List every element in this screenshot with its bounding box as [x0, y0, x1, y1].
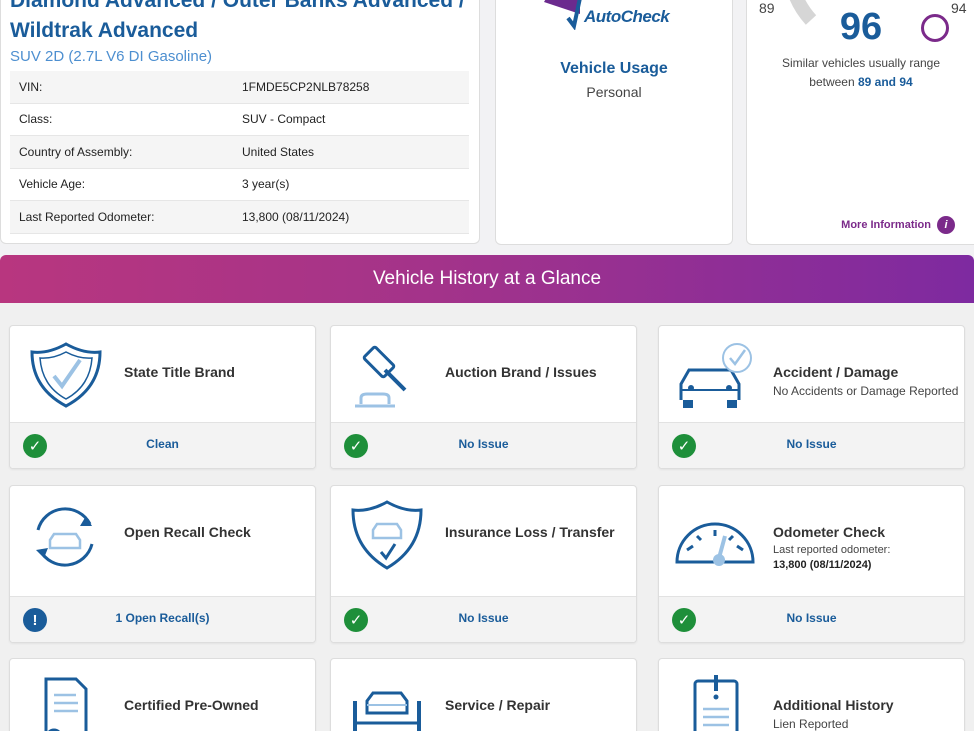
spec-value: United States: [242, 144, 315, 159]
tile-certified-pre-owned[interactable]: Certified Pre-Owned: [9, 658, 316, 731]
clipboard-alert-icon: [693, 675, 739, 731]
vehicle-usage-title: Vehicle Usage: [560, 60, 668, 77]
tile-title: Certified Pre-Owned: [124, 697, 259, 713]
tile-accident-damage[interactable]: Accident / Damage No Accidents or Damage…: [658, 325, 965, 469]
spec-key: Last Reported Odometer:: [19, 209, 155, 224]
autocheck-logo-text: AutoCheck: [584, 7, 670, 26]
vehicle-usage-value: Personal: [586, 84, 642, 100]
tile-title: Insurance Loss / Transfer: [445, 524, 615, 540]
tile-status: No Issue: [786, 437, 837, 451]
tile-status: No Issue: [786, 611, 837, 625]
more-information-link[interactable]: More Information i: [841, 216, 955, 234]
tile-status-link[interactable]: 1 Open Recall(s): [10, 611, 315, 625]
report-page: Diamond Advanced / Outer Banks Advanced …: [0, 0, 974, 731]
recall-car-icon: [36, 507, 94, 567]
tile-status: No Issue: [458, 437, 509, 451]
tile-status: No Issue: [458, 611, 509, 625]
tile-title: Open Recall Check: [124, 524, 251, 540]
spec-key: Class:: [19, 112, 53, 127]
tile-odometer-check[interactable]: Odometer Check Last reported odometer: 1…: [658, 485, 965, 643]
tile-additional-history[interactable]: Additional History Lien Reported: [658, 658, 965, 731]
tile-subtitle: No Accidents or Damage Reported: [773, 384, 959, 398]
autocheck-score-card: 89 94 96 Similar vehicles usually range …: [746, 0, 974, 245]
tile-open-recall[interactable]: Open Recall Check ! 1 Open Recall(s): [9, 485, 316, 643]
tile-title: Odometer Check: [773, 524, 886, 540]
vehicle-title-line2: Wildtrak Advanced: [10, 19, 199, 42]
score-desc-range: 89 and 94: [858, 75, 913, 89]
spec-row-country: Country of Assembly: United States: [10, 136, 469, 169]
tile-title: State Title Brand: [124, 364, 235, 380]
tile-status: Clean: [146, 437, 179, 451]
tile-auction-brand[interactable]: Auction Brand / Issues ✓ No Issue: [330, 325, 637, 469]
tile-subtitle-value: 13,800 (08/11/2024): [773, 559, 872, 571]
more-information-label: More Information: [841, 219, 931, 231]
spec-key: VIN:: [19, 79, 43, 94]
spec-row-vin: VIN: 1FMDE5CP2NLB78258: [10, 71, 469, 104]
spec-value: 13,800 (08/11/2024): [242, 209, 350, 224]
vehicle-subtitle: SUV 2D (2.7L V6 DI Gasoline): [10, 48, 213, 65]
tile-subtitle: Lien Reported: [773, 717, 849, 731]
shield-car-icon: [351, 500, 423, 570]
score-desc-prefix: between: [809, 75, 855, 89]
tile-insurance-loss[interactable]: Insurance Loss / Transfer ✓ No Issue: [330, 485, 637, 643]
car-lift-icon: [353, 691, 421, 731]
car-check-icon: [679, 343, 752, 408]
tile-subtitle: Last reported odometer:: [773, 544, 891, 556]
spec-row-age: Vehicle Age: 3 year(s): [10, 169, 469, 201]
tile-title: Auction Brand / Issues: [445, 364, 597, 380]
spec-key: Vehicle Age:: [19, 177, 86, 192]
vehicle-summary-card: Diamond Advanced / Outer Banks Advanced …: [0, 0, 480, 244]
tile-state-title-brand[interactable]: State Title Brand ✓ Clean: [9, 325, 316, 469]
spec-value: 1FMDE5CP2NLB78258: [242, 79, 370, 94]
odometer-icon: [675, 522, 755, 566]
tile-title: Service / Repair: [445, 697, 551, 713]
spec-value: 3 year(s): [242, 177, 290, 192]
certificate-icon: [44, 677, 88, 731]
spec-value: SUV - Compact: [242, 112, 326, 127]
spec-row-class: Class: SUV - Compact: [10, 104, 469, 136]
spec-key: Country of Assembly:: [19, 144, 133, 159]
tile-title: Accident / Damage: [773, 364, 899, 380]
vehicle-usage-card: AutoCheck Vehicle Usage Personal: [495, 0, 733, 245]
shield-check-icon: [30, 342, 102, 408]
tile-title: Additional History: [773, 697, 894, 713]
score-marker-icon: [921, 14, 949, 42]
spec-row-odometer: Last Reported Odometer: 13,800 (08/11/20…: [10, 201, 469, 234]
history-banner: Vehicle History at a Glance: [0, 255, 974, 303]
vehicle-title-line1: Diamond Advanced / Outer Banks Advanced …: [10, 0, 465, 12]
spec-table: VIN: 1FMDE5CP2NLB78258 Class: SUV - Comp…: [10, 71, 469, 234]
info-icon[interactable]: i: [937, 216, 955, 234]
gavel-icon: [355, 345, 407, 408]
score-description: Similar vehicles usually range between 8…: [747, 54, 974, 92]
score-desc-line1: Similar vehicles usually range: [781, 56, 941, 70]
tile-service-repair[interactable]: Service / Repair: [330, 658, 637, 731]
